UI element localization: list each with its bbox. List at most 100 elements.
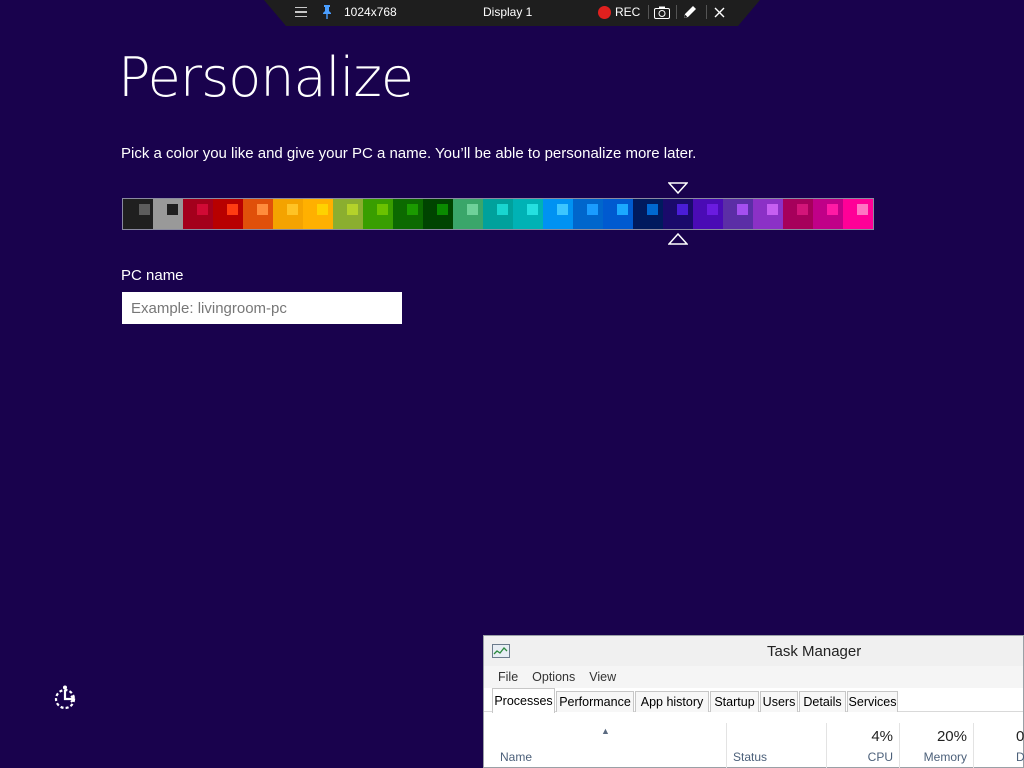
color-swatch[interactable] [363,199,393,229]
color-swatch-accent [227,204,238,215]
color-swatch[interactable] [393,199,423,229]
tab-processes[interactable]: Processes [492,688,555,713]
color-swatch[interactable] [663,199,693,229]
column-status[interactable]: Status [726,723,826,768]
column-name[interactable]: Name [490,723,726,768]
color-swatch-accent [797,204,808,215]
color-swatch[interactable] [453,199,483,229]
color-swatch-accent [767,204,778,215]
tab-services[interactable]: Services [847,691,898,712]
color-swatch-accent [707,204,718,215]
process-table-header: ▲ Name Status 4% CPU 20% Memory 0 D [490,723,1024,768]
color-swatch[interactable] [783,199,813,229]
ease-of-access-icon[interactable] [52,684,80,712]
color-swatch[interactable] [333,199,363,229]
color-swatch[interactable] [603,199,633,229]
pin-icon[interactable] [322,0,332,24]
menu-options[interactable]: Options [532,670,575,684]
pc-name-input[interactable] [122,292,402,324]
color-swatch[interactable] [123,199,153,229]
color-swatch-accent [317,204,328,215]
color-swatch-accent [857,204,868,215]
color-swatch-accent [347,204,358,215]
color-swatch-accent [497,204,508,215]
color-swatch-accent [377,204,388,215]
task-manager-icon [492,644,510,658]
column-memory-label: Memory [923,750,967,764]
color-swatch[interactable] [543,199,573,229]
tab-performance[interactable]: Performance [556,691,634,712]
color-swatch[interactable] [153,199,183,229]
column-name-label: Name [500,750,533,764]
resolution-label: 1024x768 [344,5,397,19]
column-cpu-label: CPU [867,750,893,764]
record-button[interactable]: REC [598,0,640,24]
tab-users[interactable]: Users [760,691,798,712]
color-swatch[interactable] [303,199,333,229]
color-swatch[interactable] [813,199,843,229]
color-swatch[interactable] [693,199,723,229]
tab-details[interactable]: Details [799,691,846,712]
task-manager-tabs: Processes Performance App history Startu… [484,688,1023,713]
toolbar-divider [676,5,677,19]
camera-icon[interactable] [654,0,670,24]
color-swatch-accent [467,204,478,215]
instructions-text: Pick a color you like and give your PC a… [121,145,697,162]
column-status-label: Status [733,750,768,764]
color-swatch[interactable] [183,199,213,229]
color-swatch-accent [437,204,448,215]
color-swatch-accent [167,204,178,215]
color-swatch-accent [197,204,208,215]
memory-total: 20% [936,728,967,745]
menu-view[interactable]: View [589,670,616,684]
color-swatch[interactable] [513,199,543,229]
color-swatch[interactable] [423,199,453,229]
menu-icon[interactable] [294,0,308,24]
color-swatch[interactable] [633,199,663,229]
color-swatch[interactable] [753,199,783,229]
color-swatch-accent [557,204,568,215]
page-title: Personalize [118,46,414,109]
toolbar-divider [648,5,649,19]
column-disk[interactable]: 0 D [973,723,1024,768]
column-disk-label: D [1016,750,1024,764]
pencil-icon[interactable] [682,0,697,24]
color-swatch[interactable] [723,199,753,229]
task-manager-window: Task Manager File Options View Processes… [483,635,1024,768]
disk-total: 0 [1016,728,1024,745]
color-selector-down-arrow-icon [668,182,688,194]
remote-session-toolbar: 1024x768 Display 1 REC [264,0,760,26]
color-palette [122,198,874,230]
color-swatch[interactable] [213,199,243,229]
cpu-total: 4% [871,728,893,745]
color-swatch-accent [287,204,298,215]
color-swatch-accent [827,204,838,215]
color-swatch-accent [647,204,658,215]
color-swatch-accent [737,204,748,215]
color-swatch-accent [677,204,688,215]
record-label: REC [615,5,641,19]
close-icon[interactable] [714,0,725,24]
color-swatch[interactable] [843,199,873,229]
color-selector-up-arrow-icon [668,233,688,245]
column-memory[interactable]: 20% Memory [899,723,973,768]
color-swatch[interactable] [273,199,303,229]
color-swatch-accent [257,204,268,215]
task-manager-menubar: File Options View [484,666,1023,688]
column-cpu[interactable]: 4% CPU [826,723,899,768]
color-swatch-accent [617,204,628,215]
color-swatch[interactable] [573,199,603,229]
color-swatch-accent [587,204,598,215]
color-swatch-accent [139,204,150,215]
color-swatch[interactable] [243,199,273,229]
task-manager-title: Task Manager [767,643,862,660]
toolbar-divider [706,5,707,19]
tab-startup[interactable]: Startup [710,691,759,712]
color-swatch[interactable] [483,199,513,229]
color-swatch-accent [527,204,538,215]
color-swatch-accent [407,204,418,215]
menu-file[interactable]: File [498,670,518,684]
display-label[interactable]: Display 1 [483,0,532,24]
task-manager-titlebar[interactable]: Task Manager [484,636,1023,666]
tab-app-history[interactable]: App history [635,691,709,712]
